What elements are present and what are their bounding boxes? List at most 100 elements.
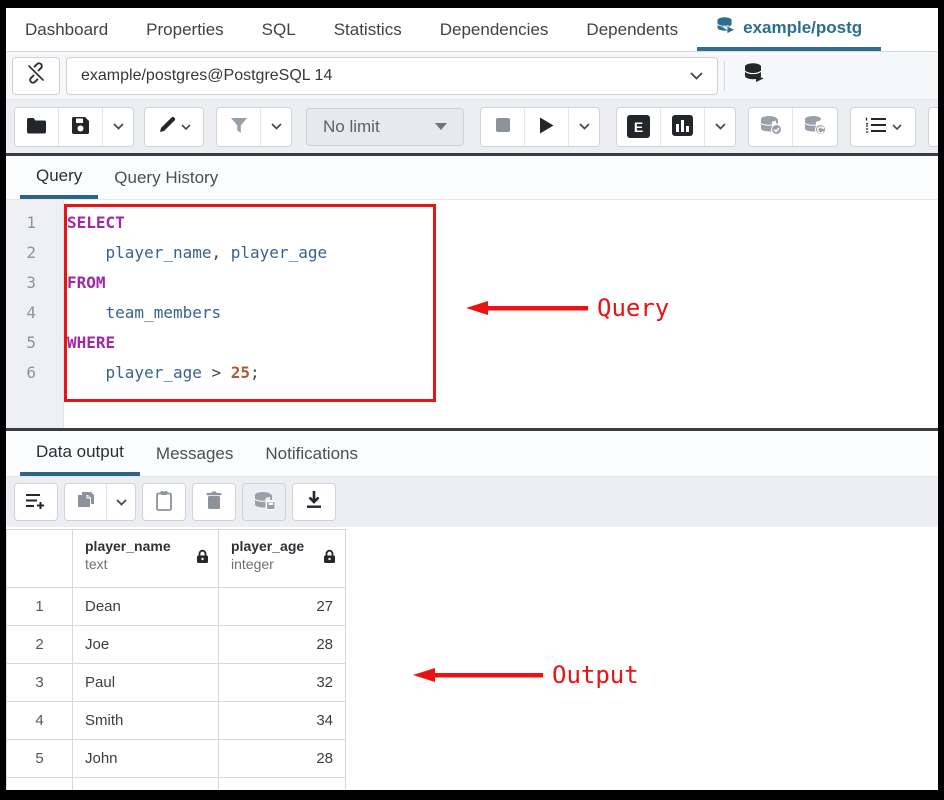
commit-button[interactable] [749, 108, 793, 146]
table-row: 3Paul32 [7, 664, 346, 702]
save-icon [71, 116, 90, 138]
table-row: 1Dean27 [7, 588, 346, 626]
delete-row-button[interactable] [193, 484, 235, 520]
execute-button[interactable] [525, 108, 569, 146]
trash-icon [206, 491, 222, 513]
tab-dashboard[interactable]: Dashboard [6, 8, 127, 51]
stop-button[interactable] [481, 108, 525, 146]
column-header-player_name[interactable]: player_nametext [73, 530, 219, 588]
save-data-group [242, 483, 286, 521]
select-all-corner-cell[interactable] [7, 530, 73, 588]
save-data-button[interactable] [243, 484, 285, 520]
edit-button-group [144, 107, 204, 147]
column-header-player_age[interactable]: player_ageinteger [219, 530, 346, 588]
copy-button[interactable] [65, 484, 107, 520]
data-output-grid: player_nametextplayer_ageinteger 1Dean27… [6, 527, 938, 790]
explain-button-group: E [616, 107, 736, 147]
filter-button[interactable] [217, 108, 261, 146]
filter-icon [230, 117, 248, 137]
row-number-cell [7, 778, 73, 791]
output-toolbar [6, 477, 938, 527]
code-line-4: 4 team_members [6, 298, 938, 328]
stop-icon [495, 117, 511, 136]
row-limit-select[interactable]: No limit [306, 108, 464, 146]
clipped-toolbar-button[interactable] [929, 108, 938, 146]
row-number-cell[interactable]: 3 [7, 664, 73, 702]
player-age-cell[interactable]: 34 [219, 702, 346, 740]
player-name-cell[interactable]: Dean [73, 588, 219, 626]
row-number-cell[interactable]: 5 [7, 740, 73, 778]
tab-query-history[interactable]: Query History [98, 156, 234, 199]
pgadmin-query-tool-window: DashboardPropertiesSQLStatisticsDependen… [6, 8, 938, 790]
row-number-cell[interactable]: 2 [7, 626, 73, 664]
execute-options-chevron[interactable] [569, 108, 599, 146]
clipboard-icon [156, 491, 172, 514]
connection-status-button[interactable] [12, 57, 60, 95]
tab-notifications[interactable]: Notifications [249, 431, 374, 476]
play-icon [539, 117, 554, 137]
open-file-button[interactable] [15, 108, 59, 146]
code-line-1: 1SELECT [6, 208, 938, 238]
query-tab-bar: QueryQuery History [6, 156, 938, 200]
code-line-6: 6 player_age > 25; [6, 358, 938, 388]
player-name-cell[interactable]: John [73, 740, 219, 778]
tab-statistics[interactable]: Statistics [315, 8, 421, 51]
tab-dependencies[interactable]: Dependencies [421, 8, 568, 51]
save-options-chevron[interactable] [103, 108, 133, 146]
tab-dependents[interactable]: Dependents [567, 8, 697, 51]
database-connection-icon [743, 62, 765, 89]
copy-options-chevron[interactable] [107, 484, 135, 520]
new-connection-button[interactable] [731, 57, 777, 95]
explain-button[interactable]: E [617, 108, 661, 146]
object-tab-bar: DashboardPropertiesSQLStatisticsDependen… [6, 8, 938, 52]
sql-editor[interactable]: 1SELECT2 player_name, player_age3FROM4 t… [6, 200, 938, 428]
tab-data-output[interactable]: Data output [20, 431, 140, 476]
tab-query-tool-session[interactable]: example/postg [697, 8, 881, 51]
divider [724, 61, 725, 91]
tab-properties[interactable]: Properties [127, 8, 242, 51]
save-file-button[interactable] [59, 108, 103, 146]
tab-messages[interactable]: Messages [140, 431, 249, 476]
copy-icon [77, 491, 95, 514]
database-commit-icon [759, 115, 783, 139]
database-save-icon [253, 491, 276, 514]
code-text: team_members [50, 298, 221, 328]
explain-analyze-button[interactable] [661, 108, 705, 146]
macros-button[interactable] [851, 108, 915, 146]
download-results-button[interactable] [293, 484, 335, 520]
code-line-5: 5WHERE [6, 328, 938, 358]
paste-button[interactable] [143, 484, 185, 520]
line-number: 5 [6, 328, 50, 358]
table-row: 4Smith34 [7, 702, 346, 740]
copy-group [64, 483, 136, 521]
player-age-cell[interactable]: 27 [219, 588, 346, 626]
tab-query[interactable]: Query [20, 156, 98, 199]
add-row-button[interactable] [15, 484, 57, 520]
download-group [292, 483, 336, 521]
player-age-cell[interactable]: 32 [219, 664, 346, 702]
player-name-cell[interactable]: Smith [73, 702, 219, 740]
player-name-cell[interactable]: Paul [73, 664, 219, 702]
row-number-cell[interactable]: 4 [7, 702, 73, 740]
connection-dropdown[interactable]: example/postgres@PostgreSQL 14 [66, 57, 718, 95]
player-age-cell[interactable]: 28 [219, 626, 346, 664]
code-text: player_name, player_age [50, 238, 327, 268]
code-line-3: 3FROM [6, 268, 938, 298]
explain-options-chevron[interactable] [705, 108, 735, 146]
tab-sql[interactable]: SQL [243, 8, 315, 51]
row-limit-value: No limit [323, 117, 435, 137]
add-row-group [14, 483, 58, 521]
pencil-icon [158, 116, 176, 137]
filter-button-group [216, 107, 292, 147]
connection-unlink-icon [25, 62, 47, 89]
connection-bar: example/postgres@PostgreSQL 14 [6, 52, 938, 100]
player-name-cell[interactable]: Joe [73, 626, 219, 664]
edit-menu-button[interactable] [145, 108, 203, 146]
line-number: 1 [6, 208, 50, 238]
macro-button-group [850, 107, 916, 147]
clipped-button-group [928, 107, 938, 147]
row-number-cell[interactable]: 1 [7, 588, 73, 626]
filter-options-chevron[interactable] [261, 108, 291, 146]
rollback-button[interactable] [793, 108, 837, 146]
player-age-cell[interactable]: 28 [219, 740, 346, 778]
